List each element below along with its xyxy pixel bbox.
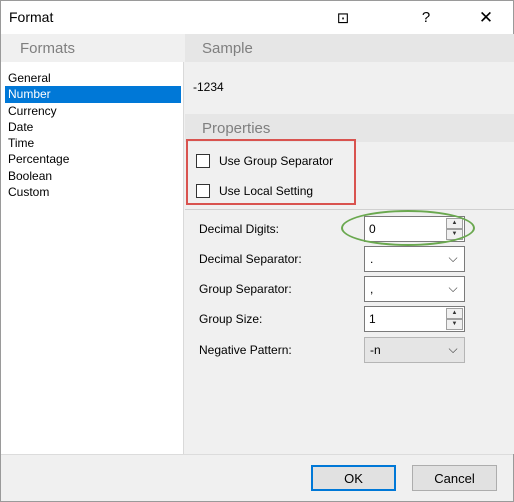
format-item-currency[interactable]: Currency (5, 103, 181, 119)
format-item-percentage[interactable]: Percentage (5, 151, 181, 167)
decimal-separator-label: Decimal Separator: (199, 252, 302, 266)
group-size-label: Group Size: (199, 312, 263, 326)
format-dialog: Format ⊡ ? ✕ Formats General Number Curr… (0, 0, 514, 502)
close-button[interactable]: ✕ (466, 1, 506, 34)
decimal-separator-combo[interactable]: . ⌵ (364, 246, 465, 272)
chevron-down-icon[interactable]: ⌵ (446, 281, 460, 295)
chevron-down-icon[interactable]: ⌵ (446, 251, 460, 265)
formats-list: General Number Currency Date Time Percen… (5, 70, 181, 200)
checkbox-highlight: Use Group Separator Use Local Setting (186, 139, 356, 205)
group-separator-label: Group Separator: (199, 282, 292, 296)
use-group-separator-option[interactable]: Use Group Separator (196, 151, 333, 171)
settings-panel: Sample -1234 Properties Use Group Separa… (185, 34, 514, 454)
use-group-separator-label: Use Group Separator (219, 154, 334, 168)
decimal-digits-label: Decimal Digits: (199, 222, 280, 236)
group-size-value[interactable]: 1 (369, 312, 376, 326)
dialog-title: Format (9, 9, 54, 25)
divider (185, 209, 514, 210)
group-separator-value[interactable]: , (370, 282, 373, 296)
formats-panel: Formats General Number Currency Date Tim… (1, 34, 184, 454)
format-item-time[interactable]: Time (5, 135, 181, 151)
title-bar: Format ⊡ ? ✕ (1, 1, 513, 34)
format-item-date[interactable]: Date (5, 119, 181, 135)
formats-header: Formats (1, 34, 184, 62)
use-local-setting-checkbox[interactable] (196, 184, 210, 198)
negative-pattern-combo[interactable]: -n ⌵ (364, 337, 465, 363)
format-item-custom[interactable]: Custom (5, 184, 181, 200)
negative-pattern-value[interactable]: -n (370, 343, 381, 357)
negative-pattern-label: Negative Pattern: (199, 343, 292, 357)
use-local-setting-label: Use Local Setting (219, 184, 314, 198)
decimal-digits-highlight (341, 210, 475, 246)
group-size-spinner[interactable]: 1 ▲ ▼ (364, 306, 465, 332)
group-separator-combo[interactable]: , ⌵ (364, 276, 465, 302)
use-group-separator-checkbox[interactable] (196, 154, 210, 168)
format-item-boolean[interactable]: Boolean (5, 168, 181, 184)
spin-up-icon[interactable]: ▲ (446, 308, 463, 319)
dialog-footer: OK Cancel (1, 454, 513, 501)
use-local-setting-option[interactable]: Use Local Setting (196, 181, 313, 201)
sample-header: Sample (185, 34, 514, 62)
ok-button[interactable]: OK (311, 465, 396, 491)
spin-down-icon[interactable]: ▼ (446, 319, 463, 330)
cancel-button[interactable]: Cancel (412, 465, 497, 491)
help-button[interactable]: ? (406, 1, 446, 34)
properties-header: Properties (185, 114, 514, 142)
format-item-general[interactable]: General (5, 70, 181, 86)
format-item-number[interactable]: Number (5, 86, 181, 103)
decimal-separator-value[interactable]: . (370, 252, 373, 266)
sample-value: -1234 (193, 80, 224, 94)
group-size-arrows: ▲ ▼ (446, 308, 463, 330)
chevron-down-icon[interactable]: ⌵ (446, 342, 460, 356)
pin-icon[interactable]: ⊡ (323, 1, 363, 34)
